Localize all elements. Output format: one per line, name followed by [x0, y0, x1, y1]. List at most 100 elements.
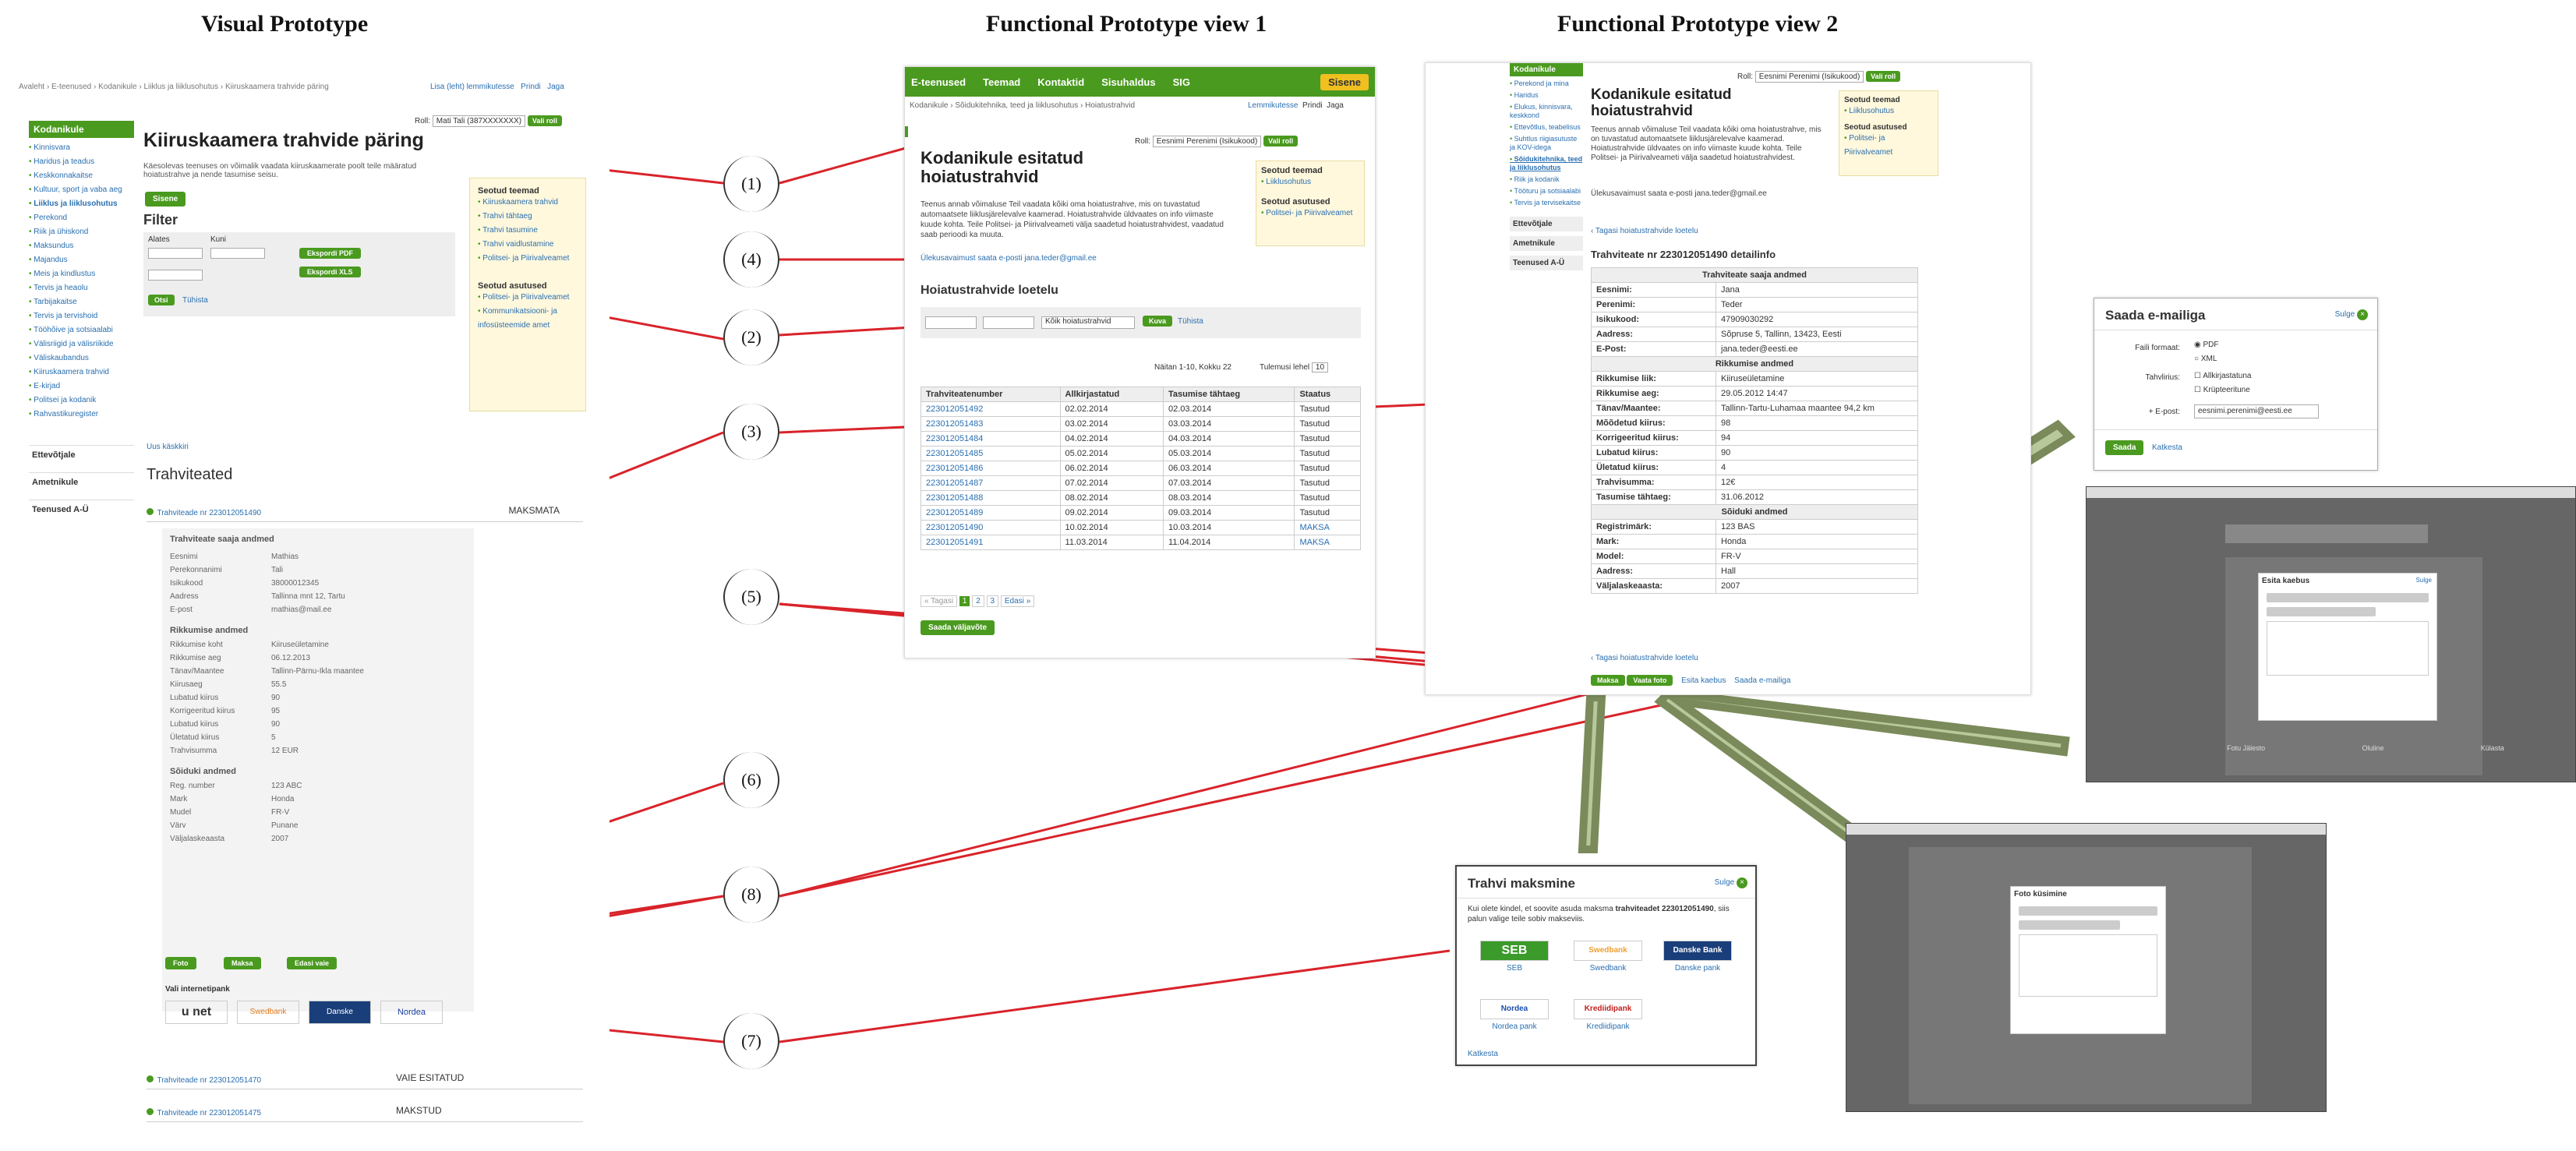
sidebar-section[interactable]: Teenused A-Ü — [1510, 256, 1583, 270]
bank-name[interactable]: Nordea pank — [1480, 1022, 1549, 1031]
favorite-link[interactable]: Lisa (leht) lemmikutesse — [430, 83, 514, 91]
column-header[interactable]: Tasumise tähtaeg — [1163, 387, 1295, 402]
sidebar-section[interactable]: Ettevõtjale — [1510, 217, 1583, 231]
bank-option[interactable]: Krediidipank Krediidipank — [1574, 999, 1642, 1031]
bank-logo[interactable]: Krediidipank — [1574, 999, 1642, 1019]
complaint-button[interactable]: Edasi vaie — [287, 957, 337, 969]
sidebar-item[interactable]: Perekond — [29, 211, 134, 225]
sidebar-item[interactable]: Kinnisvara — [29, 141, 134, 155]
sidebar-item[interactable]: Keskkonnakaitse — [29, 169, 134, 183]
back-link[interactable]: ‹ Tagasi hoiatustrahvide loetelu — [1591, 227, 1698, 235]
complaint-link[interactable]: Esita kaebus — [1681, 676, 1726, 685]
bank-option[interactable]: Danske Bank Danske pank — [1663, 941, 1732, 973]
page-number[interactable]: 2 — [972, 595, 984, 607]
agency-link[interactable]: Politsei- ja Piirivalveamet — [1261, 207, 1359, 221]
type-select[interactable]: Kõik hoiatustrahvid — [1041, 316, 1135, 329]
sidebar-item[interactable]: Välisriigid ja välisriikide — [29, 337, 134, 351]
sidebar-item[interactable]: Suhtlus riigiasutuste ja KOV-idega — [1510, 135, 1583, 152]
sidebar-item[interactable]: Tervis ja heaolu — [29, 281, 134, 295]
bank-name[interactable]: Krediidipank — [1574, 1022, 1642, 1031]
cancel-link[interactable]: Katkesta — [1468, 1050, 1498, 1058]
sidebar-item[interactable]: Tarbijakaitse — [29, 295, 134, 309]
bank-danske[interactable]: Danske — [309, 1001, 371, 1024]
table-cell[interactable]: 223012051485 — [921, 446, 1061, 461]
clear-link[interactable]: Tühista — [182, 296, 208, 305]
search-button[interactable]: Kuva — [1143, 316, 1173, 327]
role-select[interactable]: Eesnimi Perenimi (Isikukood) — [1754, 71, 1864, 83]
type-select[interactable] — [148, 270, 203, 281]
role-select[interactable]: Eesnimi Perenimi (Isikukood) — [1152, 136, 1262, 147]
sidebar-item[interactable]: Liiklus ja liiklusohutus — [29, 197, 134, 211]
sidebar-section[interactable]: Teenused A-Ü — [29, 500, 134, 519]
role-button[interactable]: Vali roll — [1866, 71, 1901, 82]
radio-icon[interactable]: ○ — [2194, 355, 2199, 363]
send-button[interactable]: Saada — [2105, 440, 2144, 455]
sidebar-item[interactable]: Tervis ja tervishoid — [29, 309, 134, 323]
clear-link[interactable]: Tühista — [1178, 317, 1203, 326]
radio-icon[interactable]: ◉ — [2194, 341, 2201, 349]
table-cell[interactable]: MAKSA — [1294, 535, 1361, 550]
table-cell[interactable]: 223012051484 — [921, 431, 1061, 447]
to-date-input[interactable] — [210, 248, 265, 259]
bank-option[interactable]: Nordea Nordea pank — [1480, 999, 1549, 1031]
sidebar-item[interactable]: Kiiruskaamera trahvid — [29, 365, 134, 380]
sidebar-item[interactable]: Politsei ja kodanik — [29, 394, 134, 408]
bank-option[interactable]: SEB SEB — [1480, 941, 1549, 973]
bank-name[interactable]: Swedbank — [1574, 964, 1642, 973]
bank-nordea[interactable]: Nordea — [380, 1001, 443, 1024]
fine-link-3[interactable]: Trahviteade nr 223012051475 — [157, 1109, 261, 1117]
sidebar-item[interactable]: Maksundus — [29, 239, 134, 253]
related-link[interactable]: Liiklusohutus — [1844, 104, 1933, 118]
sidebar-section[interactable]: Ettevõtjale — [29, 445, 134, 464]
view-photo-button[interactable]: Vaata foto — [1627, 675, 1673, 686]
contact-link[interactable]: Ülekusavaimust saata e-posti jana.teder@… — [921, 254, 1097, 263]
sidebar-item[interactable]: Riik ja ühiskond — [29, 225, 134, 239]
email-input[interactable]: eesnimi.perenimi@eesti.ee — [2194, 404, 2319, 418]
favorite-link[interactable]: Lemmikutesse — [1248, 101, 1298, 110]
bank-name[interactable]: Danske pank — [1663, 964, 1732, 973]
share-link[interactable]: Jaga — [547, 83, 564, 91]
back-link[interactable]: Uus käskkiri — [147, 443, 189, 451]
expand-icon[interactable] — [147, 1075, 154, 1082]
table-cell[interactable]: 223012051491 — [921, 535, 1061, 550]
close-icon[interactable]: × — [1737, 877, 1747, 888]
close-link[interactable]: Sulge — [2335, 310, 2355, 319]
related-link[interactable]: Trahvi tasumine — [478, 224, 578, 238]
column-header[interactable]: Staatus — [1294, 387, 1361, 402]
cancel-link[interactable]: Katkesta — [2152, 443, 2182, 452]
export-xls-button[interactable]: Ekspordi XLS — [299, 267, 361, 277]
table-cell[interactable]: 223012051487 — [921, 475, 1061, 491]
role-select[interactable]: Mati Tali (387XXXXXXX) — [432, 115, 526, 127]
photo-button[interactable]: Foto — [165, 957, 196, 969]
nav-item[interactable]: Teemad — [983, 76, 1020, 88]
page-number[interactable]: 1 — [959, 596, 970, 606]
close-link[interactable]: Sulge — [2416, 577, 2432, 584]
checkbox-icon[interactable]: ☐ — [2194, 386, 2201, 394]
send-statement-button[interactable]: Saada väljavõte — [921, 620, 995, 635]
nav-item[interactable]: Kontaktid — [1037, 76, 1084, 88]
from-date-input[interactable] — [925, 316, 977, 329]
table-cell[interactable]: 223012051488 — [921, 490, 1061, 506]
print-link[interactable]: Prindi — [1302, 101, 1323, 110]
sidebar-item[interactable]: Majandus — [29, 253, 134, 267]
fine-link-1[interactable]: Trahviteade nr 223012051490 — [157, 509, 261, 517]
page-number[interactable]: 3 — [986, 595, 999, 607]
sidebar-item[interactable]: Sõidukitehnika, teed ja liiklusohutus — [1510, 155, 1583, 172]
share-link[interactable]: Jaga — [1327, 101, 1344, 110]
table-cell[interactable]: 223012051489 — [921, 505, 1061, 521]
agency-link[interactable]: Kommunikatsiooni- ja infosüsteemide amet — [478, 305, 578, 333]
sidebar-item[interactable]: Tööhõive ja sotsiaalabi — [29, 323, 134, 337]
sidebar-item[interactable]: Haridus — [1510, 91, 1583, 100]
column-header[interactable]: Allkirjastatud — [1059, 387, 1164, 402]
contact-text[interactable]: Ülekusavaimust saata e-posti jana.teder@… — [1591, 189, 1767, 198]
sidebar-item[interactable]: Tööturu ja sotsiaalabi — [1510, 187, 1583, 196]
sidebar-item[interactable]: Perekond ja mina — [1510, 79, 1583, 88]
bank-logo[interactable]: SEB — [1480, 941, 1549, 961]
bank-option[interactable]: Swedbank Swedbank — [1574, 941, 1642, 973]
bank-name[interactable]: SEB — [1480, 964, 1549, 973]
nav-item[interactable]: E-teenused — [911, 76, 966, 88]
fine-link-2[interactable]: Trahviteade nr 223012051470 — [157, 1076, 261, 1085]
bank-logo[interactable]: Swedbank — [1574, 941, 1642, 961]
page-prev[interactable]: « Tagasi — [921, 595, 958, 607]
sidebar-item[interactable]: Riik ja kodanik — [1510, 175, 1583, 184]
